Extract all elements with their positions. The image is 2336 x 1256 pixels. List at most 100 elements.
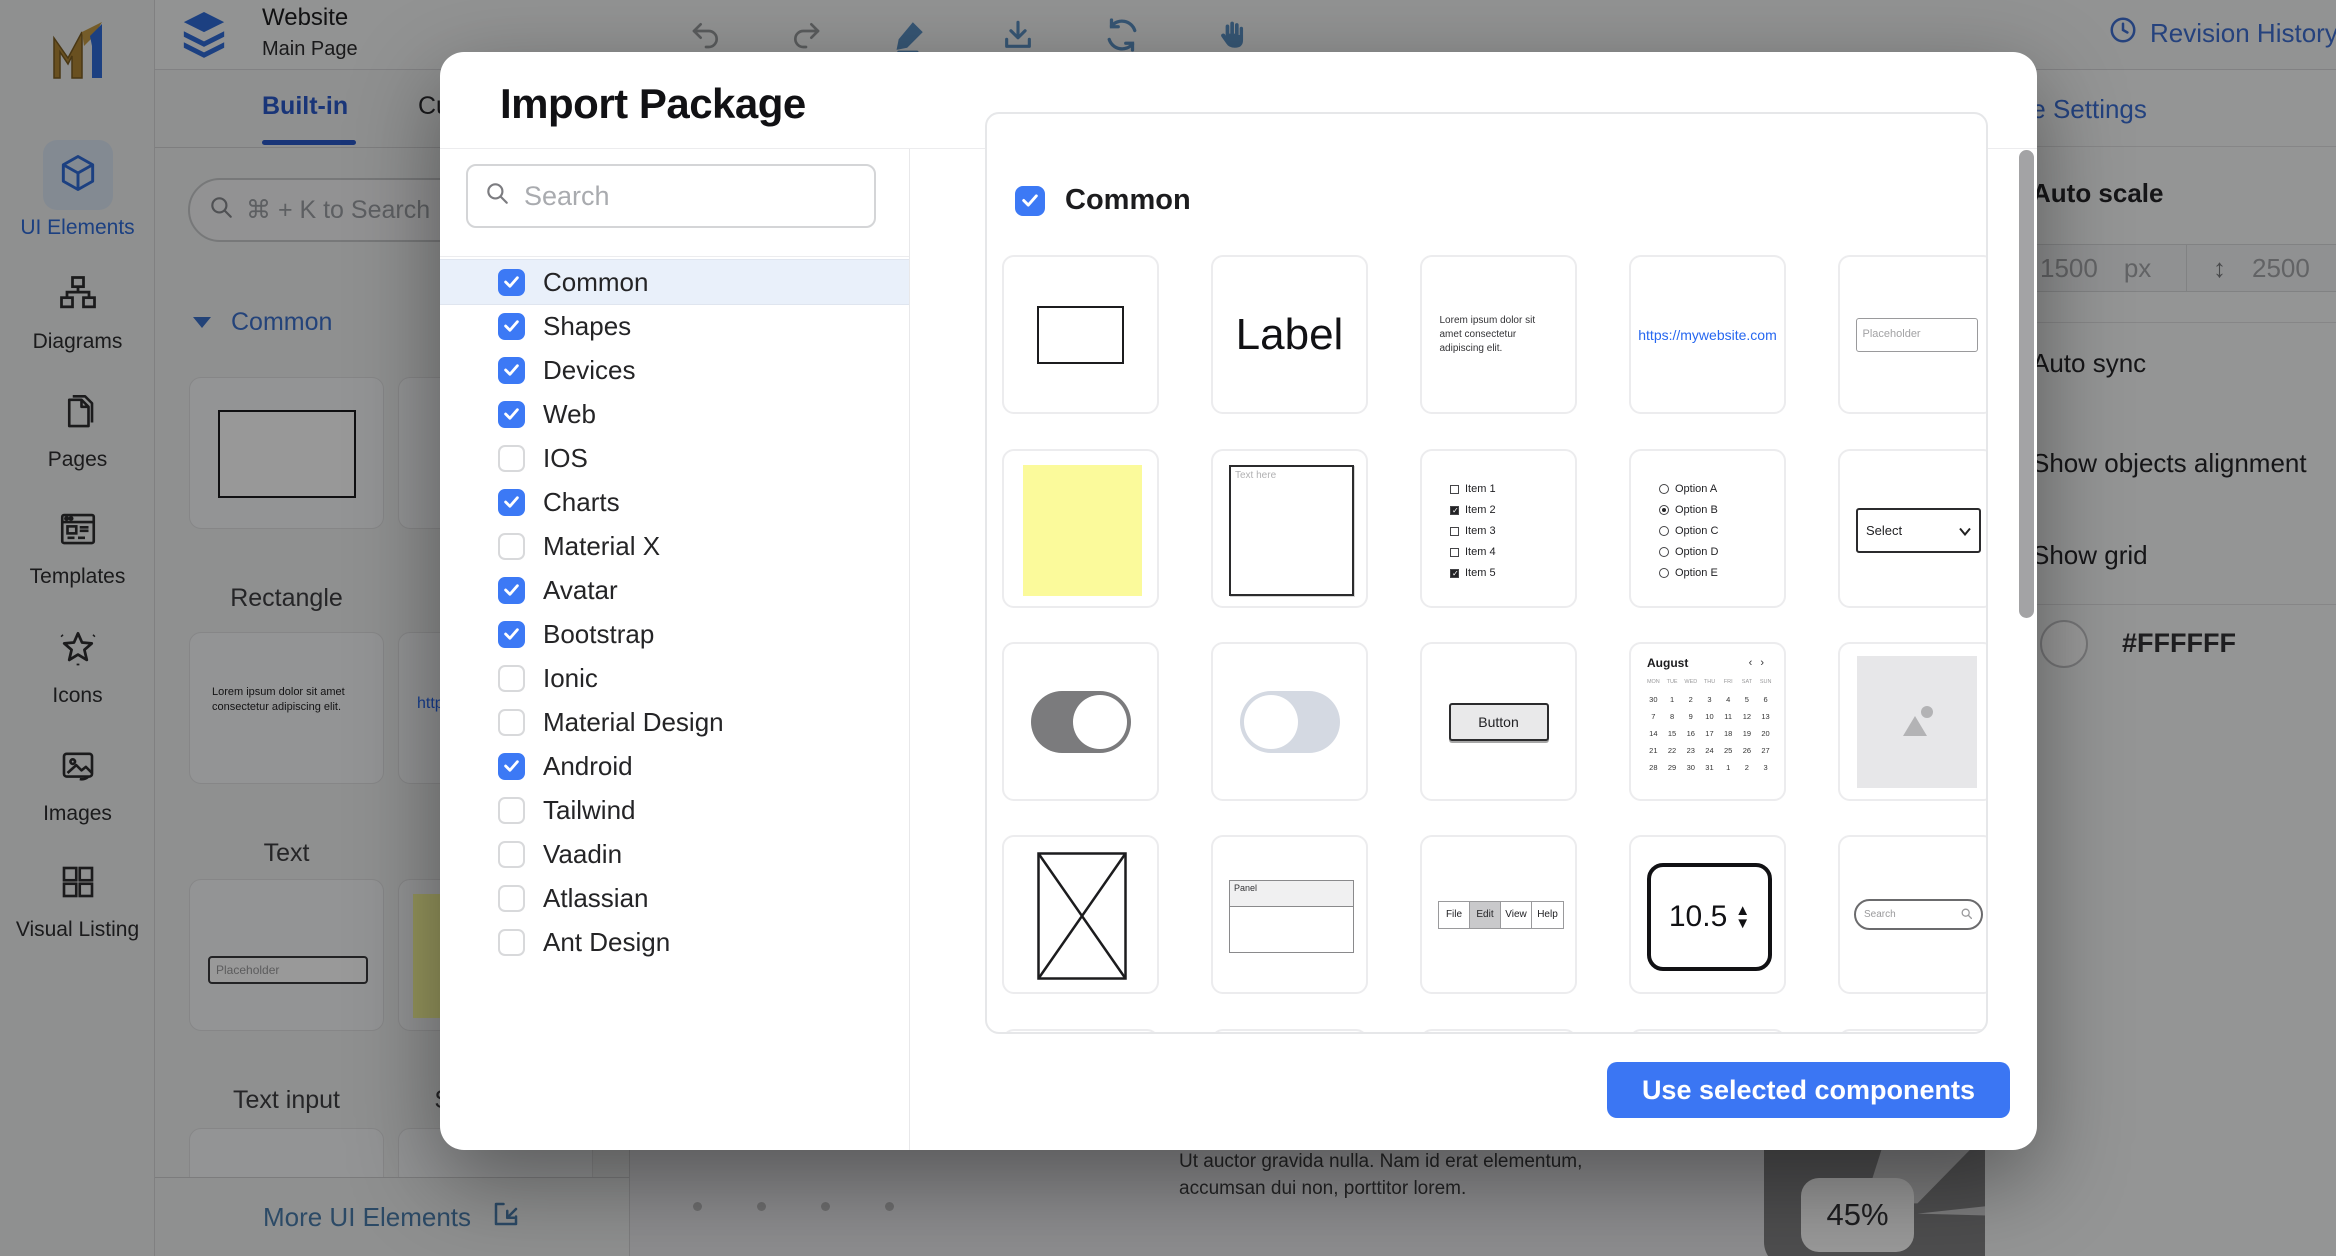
radio-glyph bbox=[1659, 547, 1669, 557]
package-label: Devices bbox=[543, 355, 635, 386]
package-checkbox[interactable] bbox=[498, 313, 525, 340]
panel-control: Panel bbox=[1229, 880, 1354, 953]
package-row[interactable]: Shapes bbox=[440, 304, 909, 348]
package-checkbox[interactable] bbox=[498, 885, 525, 912]
package-checkbox[interactable] bbox=[498, 401, 525, 428]
package-checkbox[interactable] bbox=[498, 533, 525, 560]
checkbox-glyph bbox=[1450, 527, 1459, 536]
component-tile-select[interactable]: Select bbox=[1838, 449, 1988, 608]
calendar-day: 6 bbox=[1756, 691, 1775, 708]
package-row[interactable]: Ant Design bbox=[440, 920, 909, 964]
next-month-icon: › bbox=[1760, 657, 1772, 669]
component-tile-label[interactable]: Label bbox=[1211, 255, 1368, 414]
checklist-item: Item 2 bbox=[1450, 504, 1496, 516]
package-row[interactable]: Charts bbox=[440, 480, 909, 524]
radio-item: Option E bbox=[1659, 567, 1718, 579]
component-tile-image-placeholder[interactable] bbox=[1838, 642, 1988, 801]
chevron-down-icon bbox=[1959, 523, 1971, 539]
component-tile-radio-list[interactable]: Option A Option B Option C Option D Opti… bbox=[1629, 449, 1786, 608]
package-row[interactable]: Common bbox=[440, 260, 909, 304]
calendar-day: 1 bbox=[1719, 759, 1738, 776]
package-label: IOS bbox=[543, 443, 588, 474]
calendar-day: 19 bbox=[1738, 725, 1757, 742]
calendar-day: 27 bbox=[1756, 742, 1775, 759]
menubar-item: View bbox=[1501, 902, 1532, 928]
package-checkbox[interactable] bbox=[498, 269, 525, 296]
component-tile-button[interactable]: Button bbox=[1420, 642, 1577, 801]
calendar-day: 16 bbox=[1681, 725, 1700, 742]
image-placeholder bbox=[1857, 656, 1977, 788]
package-checkbox[interactable] bbox=[498, 445, 525, 472]
component-tile-text-input[interactable]: Placeholder bbox=[1838, 255, 1988, 414]
component-tile-textarea[interactable]: Text here bbox=[1211, 449, 1368, 608]
package-row[interactable]: Material Design bbox=[440, 700, 909, 744]
package-checkbox[interactable] bbox=[498, 577, 525, 604]
component-tile-stepper[interactable]: 10.5 ▲▼ bbox=[1629, 835, 1786, 994]
use-selected-components-button[interactable]: Use selected components bbox=[1607, 1062, 2010, 1118]
package-row[interactable]: Vaadin bbox=[440, 832, 909, 876]
calendar-day: 11 bbox=[1719, 708, 1738, 725]
component-tile-sticky-note[interactable] bbox=[1002, 449, 1159, 608]
calendar-day: 13 bbox=[1756, 708, 1775, 725]
calendar-day: 30 bbox=[1644, 691, 1663, 708]
package-preview-card: Common Label Lorem ipsum dolor sit amet … bbox=[985, 112, 1988, 1034]
calendar-day: 29 bbox=[1663, 759, 1682, 776]
package-checkbox[interactable] bbox=[498, 797, 525, 824]
modal-scrollbar-thumb[interactable] bbox=[2019, 150, 2034, 618]
radio-glyph bbox=[1659, 484, 1669, 494]
component-tile-partial bbox=[1002, 1029, 1159, 1034]
package-label: Charts bbox=[543, 487, 620, 518]
package-label: Bootstrap bbox=[543, 619, 654, 650]
checklist-item: Item 5 bbox=[1450, 567, 1496, 579]
calendar-day: 8 bbox=[1663, 708, 1682, 725]
group-header: Common bbox=[1015, 184, 1191, 217]
package-row[interactable]: Avatar bbox=[440, 568, 909, 612]
package-checkbox[interactable] bbox=[498, 929, 525, 956]
component-tile-toggle-off[interactable] bbox=[1211, 642, 1368, 801]
package-row[interactable]: Ionic bbox=[440, 656, 909, 700]
component-tile-toggle-on[interactable] bbox=[1002, 642, 1159, 801]
package-checkbox[interactable] bbox=[498, 841, 525, 868]
package-label: Common bbox=[543, 267, 648, 298]
component-tile-search-field[interactable]: Search bbox=[1838, 835, 1988, 994]
radio-item: Option D bbox=[1659, 546, 1718, 558]
package-label: Vaadin bbox=[543, 839, 622, 870]
component-tile-menubar[interactable]: FileEditViewHelp bbox=[1420, 835, 1577, 994]
radio-glyph bbox=[1659, 505, 1669, 515]
select-control: Select bbox=[1856, 508, 1981, 553]
checkbox-glyph bbox=[1450, 569, 1459, 578]
package-row[interactable]: Web bbox=[440, 392, 909, 436]
package-row[interactable]: Bootstrap bbox=[440, 612, 909, 656]
calendar-day: 2 bbox=[1681, 691, 1700, 708]
package-checkbox[interactable] bbox=[498, 665, 525, 692]
package-row[interactable]: Android bbox=[440, 744, 909, 788]
group-checkbox[interactable] bbox=[1015, 186, 1045, 216]
toggle-on bbox=[1031, 691, 1131, 753]
package-checkbox[interactable] bbox=[498, 621, 525, 648]
component-tile-text[interactable]: Lorem ipsum dolor sit amet consectetur a… bbox=[1420, 255, 1577, 414]
calendar-day: 26 bbox=[1738, 742, 1757, 759]
package-search-input[interactable]: Search bbox=[466, 164, 876, 228]
mini-calendar: August ‹› MONTUEWEDTHUFRISATSUN 30123456… bbox=[1644, 656, 1775, 776]
package-row[interactable]: Devices bbox=[440, 348, 909, 392]
component-tile-calendar[interactable]: August ‹› MONTUEWEDTHUFRISATSUN 30123456… bbox=[1629, 642, 1786, 801]
component-tile-panel[interactable]: Panel bbox=[1211, 835, 1368, 994]
package-list: Common Shapes Devices Web bbox=[440, 260, 909, 964]
checkbox-glyph bbox=[1450, 506, 1459, 515]
package-checkbox[interactable] bbox=[498, 489, 525, 516]
package-row[interactable]: Tailwind bbox=[440, 788, 909, 832]
component-tile-partial bbox=[1629, 1029, 1786, 1034]
package-row[interactable]: Atlassian bbox=[440, 876, 909, 920]
package-checkbox[interactable] bbox=[498, 357, 525, 384]
calendar-day: 3 bbox=[1700, 691, 1719, 708]
package-row[interactable]: Material X bbox=[440, 524, 909, 568]
component-tile-image-crossed[interactable] bbox=[1002, 835, 1159, 994]
checklist-item: Item 3 bbox=[1450, 525, 1496, 537]
component-tile-rectangle[interactable] bbox=[1002, 255, 1159, 414]
component-tile-link[interactable]: https://mywebsite.com bbox=[1629, 255, 1786, 414]
package-checkbox[interactable] bbox=[498, 709, 525, 736]
checklist-item: Item 1 bbox=[1450, 483, 1496, 495]
package-row[interactable]: IOS bbox=[440, 436, 909, 480]
package-checkbox[interactable] bbox=[498, 753, 525, 780]
component-tile-checkbox-list[interactable]: Item 1 Item 2 Item 3 Item 4 Item 5 bbox=[1420, 449, 1577, 608]
